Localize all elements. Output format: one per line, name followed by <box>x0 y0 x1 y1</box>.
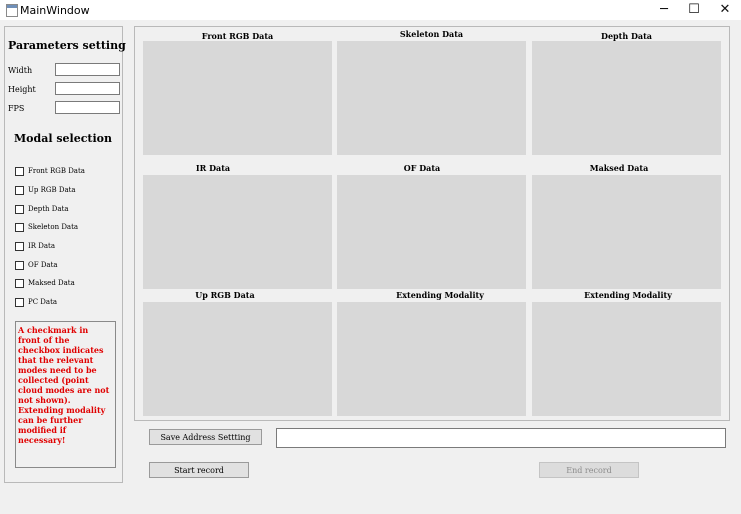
width-input[interactable] <box>55 63 120 76</box>
checkbox-label: OF Data <box>28 261 58 269</box>
width-label: Width <box>8 66 33 75</box>
checkbox-skeleton[interactable]: Skeleton Data <box>15 222 78 232</box>
cell-title-extending-2: Extending Modality <box>584 290 672 300</box>
maximize-icon[interactable]: ☐ <box>679 0 709 20</box>
cell-title-front-rgb: Front RGB Data <box>201 31 274 41</box>
checkbox-box[interactable] <box>15 204 24 214</box>
title-bar: MainWindow ─ ☐ ✕ <box>0 0 741 20</box>
save-address-button[interactable]: Save Address Settting <box>149 429 262 445</box>
checkbox-ir[interactable]: IR Data <box>15 241 55 251</box>
data-view-panel: Front RGB Data Skeleton Data Depth Data … <box>134 26 730 421</box>
masked-view <box>532 175 721 289</box>
checkbox-label: PC Data <box>28 298 58 306</box>
checkbox-label: Maksed Data <box>28 279 75 287</box>
cell-title-of: OF Data <box>403 163 441 173</box>
instruction-note-box: A checkmark in front of the checkbox ind… <box>15 321 116 468</box>
extending-modality-view-1 <box>337 302 526 416</box>
checkbox-pc[interactable]: PC Data <box>15 297 57 307</box>
window-title: MainWindow <box>20 4 90 17</box>
checkbox-label: Front RGB Data <box>28 167 85 175</box>
modal-selection-title: Modal selection <box>14 132 113 145</box>
cell-title-skeleton: Skeleton Data <box>399 29 464 39</box>
checkbox-box[interactable] <box>15 297 24 307</box>
checkbox-box[interactable] <box>15 185 24 195</box>
skeleton-view <box>337 41 526 155</box>
checkbox-box[interactable] <box>15 222 24 232</box>
checkbox-box[interactable] <box>15 260 24 270</box>
depth-view <box>532 41 721 155</box>
of-view <box>337 175 526 289</box>
up-rgb-view <box>143 302 332 416</box>
cell-title-ir: IR Data <box>195 163 231 173</box>
parameters-setting-title: Parameters setting <box>8 39 126 52</box>
address-input[interactable] <box>276 428 726 448</box>
cell-title-up-rgb: Up RGB Data <box>195 290 255 300</box>
end-record-button[interactable]: End record <box>539 462 639 478</box>
checkbox-label: IR Data <box>28 242 56 250</box>
start-record-button[interactable]: Start record <box>149 462 249 478</box>
checkbox-box[interactable] <box>15 241 24 251</box>
checkbox-masked[interactable]: Maksed Data <box>15 278 75 288</box>
instruction-note-text: A checkmark in front of the checkbox ind… <box>18 325 110 445</box>
checkbox-box[interactable] <box>15 166 24 176</box>
close-icon[interactable]: ✕ <box>710 0 740 20</box>
height-label: Height <box>8 85 36 94</box>
cell-title-depth: Depth Data <box>601 31 652 41</box>
height-input[interactable] <box>55 82 120 95</box>
minimize-icon[interactable]: ─ <box>649 0 679 20</box>
checkbox-front-rgb[interactable]: Front RGB Data <box>15 166 85 176</box>
front-rgb-view <box>143 41 332 155</box>
checkbox-label: Depth Data <box>28 205 69 213</box>
ir-view <box>143 175 332 289</box>
checkbox-label: Skeleton Data <box>28 223 79 231</box>
checkbox-box[interactable] <box>15 278 24 288</box>
settings-panel: Parameters setting Width Height FPS Moda… <box>4 26 126 483</box>
checkbox-label: Up RGB Data <box>28 186 76 194</box>
checkbox-up-rgb[interactable]: Up RGB Data <box>15 185 76 195</box>
checkbox-depth[interactable]: Depth Data <box>15 204 69 214</box>
extending-modality-view-2 <box>532 302 721 416</box>
checkbox-of[interactable]: OF Data <box>15 260 58 270</box>
fps-input[interactable] <box>55 101 120 114</box>
cell-title-extending-1: Extending Modality <box>396 290 484 300</box>
app-window-icon <box>6 4 18 17</box>
cell-title-masked: Maksed Data <box>589 163 649 173</box>
fps-label: FPS <box>8 104 25 113</box>
